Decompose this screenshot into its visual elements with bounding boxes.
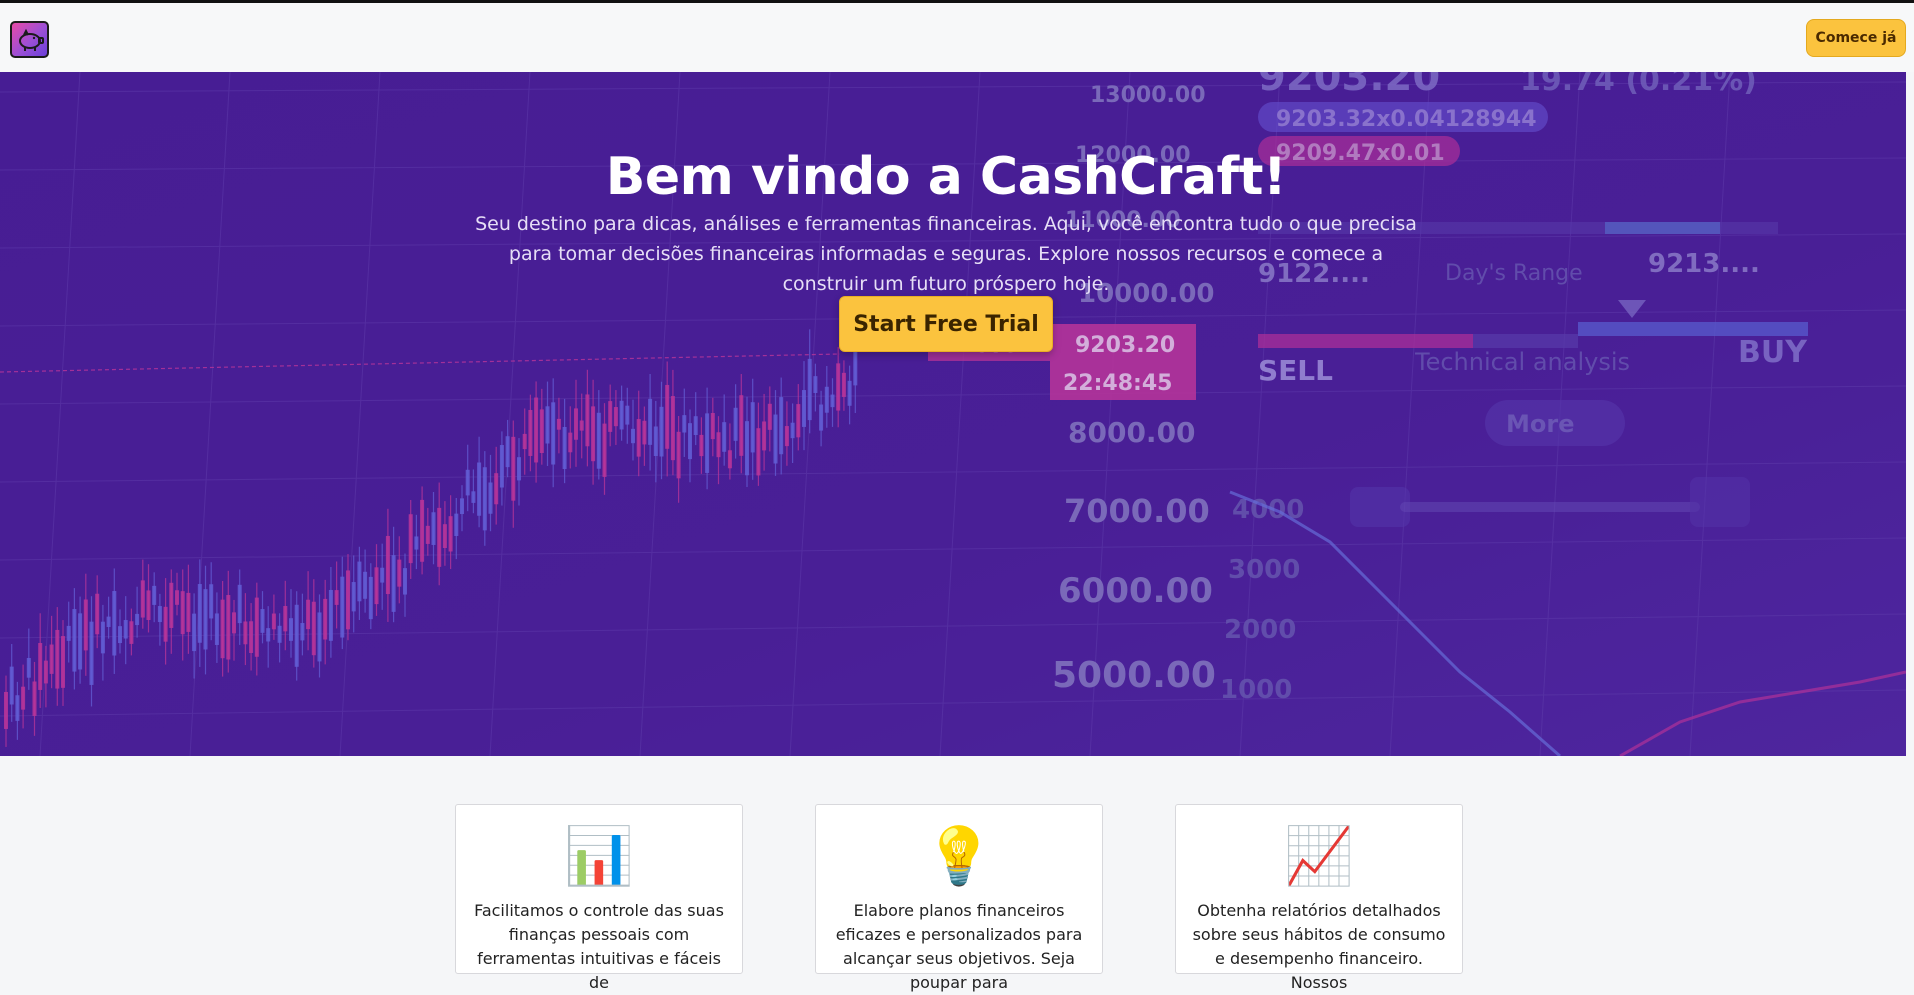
feature-text: Elabore planos financeiros eficazes e pe… xyxy=(835,901,1083,992)
feature-card-relatorios: 📈 Obtenha relatórios detalhados sobre se… xyxy=(1175,804,1463,992)
trend-up-icon: 📈 xyxy=(1284,824,1354,889)
hero-section: 13000.00 12000.00 11000.00 10000.00 8000.00 7… xyxy=(0,72,1906,756)
bar-chart-icon: 📊 xyxy=(564,824,634,889)
feature-card-planejamento: 💡 Elabore planos financeiros eficazes e … xyxy=(815,804,1103,992)
hero-subtitle: Seu destino para dicas, análises e ferra… xyxy=(475,213,1417,295)
start-free-trial-button[interactable]: Start Free Trial xyxy=(839,296,1053,352)
comece-ja-button[interactable]: Comece já xyxy=(1806,19,1906,57)
logo[interactable] xyxy=(10,21,49,58)
feature-card-controle: 📊 Facilitamos o controle das suas finanç… xyxy=(455,804,743,992)
feature-text: Obtenha relatórios detalhados sobre seus… xyxy=(1192,901,1446,992)
navbar: Comece já xyxy=(0,3,1914,72)
hero-title: Bem vindo a CashCraft! xyxy=(605,146,1287,207)
lightbulb-icon: 💡 xyxy=(924,824,994,889)
feature-text: Facilitamos o controle das suas finanças… xyxy=(474,901,724,992)
piggy-bank-icon xyxy=(18,28,44,51)
